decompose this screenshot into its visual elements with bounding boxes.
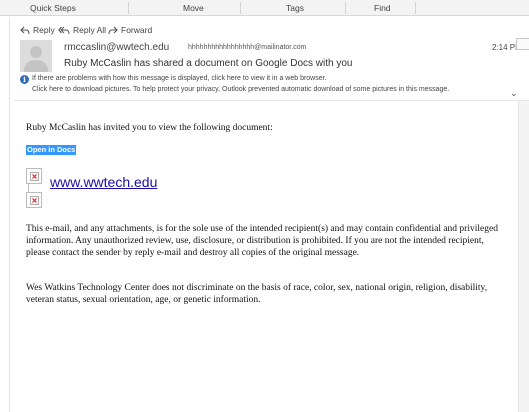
ribbon-separator [240,2,241,14]
reply-all-label: Reply All [73,25,107,35]
reply-all-icon [58,26,70,34]
ribbon-separator [415,2,416,14]
reply-button[interactable]: Reply [20,22,55,38]
person-icon [24,46,48,72]
sender-address[interactable]: rmccaslin@wwtech.edu [64,42,169,53]
website-link[interactable]: www.wwtech.edu [50,174,157,190]
confidentiality-disclaimer: This e-mail, and any attachments, is for… [26,224,498,258]
forward-icon [108,26,118,34]
ribbon-group-find: Find [374,3,391,13]
broken-image-icon [30,172,39,181]
chevron-down-icon[interactable]: ⌄ [510,88,518,99]
ribbon-group-quick-steps: Quick Steps [30,3,76,13]
ribbon-group-labels: Quick Steps Move Tags Find [0,0,529,16]
reply-icon [20,26,30,34]
broken-image-icon [30,196,39,205]
ribbon-separator [345,2,346,14]
nondiscrimination-statement: Wes Watkins Technology Center does not d… [26,283,488,305]
reply-all-button[interactable]: Reply All [58,22,106,38]
broken-image-placeholder[interactable] [26,168,42,184]
forward-button[interactable]: Forward [108,22,152,38]
message-subject: Ruby McCaslin has shared a document on G… [64,58,353,69]
header-divider [14,100,529,101]
sender-avatar[interactable] [20,40,52,72]
placeholder-connector [28,184,29,192]
reply-label: Reply [33,25,55,35]
recipient-address[interactable]: hhhhhhhhhhhhhhhhh@mailinator.com [188,44,306,51]
invite-text: Ruby McCaslin has invited you to view th… [26,123,273,133]
people-pane-toggle[interactable] [516,38,529,50]
info-icon: i [20,75,29,84]
folder-pane-edge [0,17,10,412]
forward-label: Forward [121,25,153,35]
ribbon-group-move: Move [183,3,204,13]
open-in-docs-button[interactable]: Open in Docs [26,145,77,155]
view-in-browser-notice[interactable]: If there are problems with how this mess… [32,75,327,82]
ribbon-separator [128,2,129,14]
ribbon-group-tags: Tags [286,3,304,13]
vertical-scrollbar[interactable] [518,101,529,412]
broken-image-placeholder[interactable] [26,192,42,208]
download-pictures-notice[interactable]: Click here to download pictures. To help… [32,86,449,93]
